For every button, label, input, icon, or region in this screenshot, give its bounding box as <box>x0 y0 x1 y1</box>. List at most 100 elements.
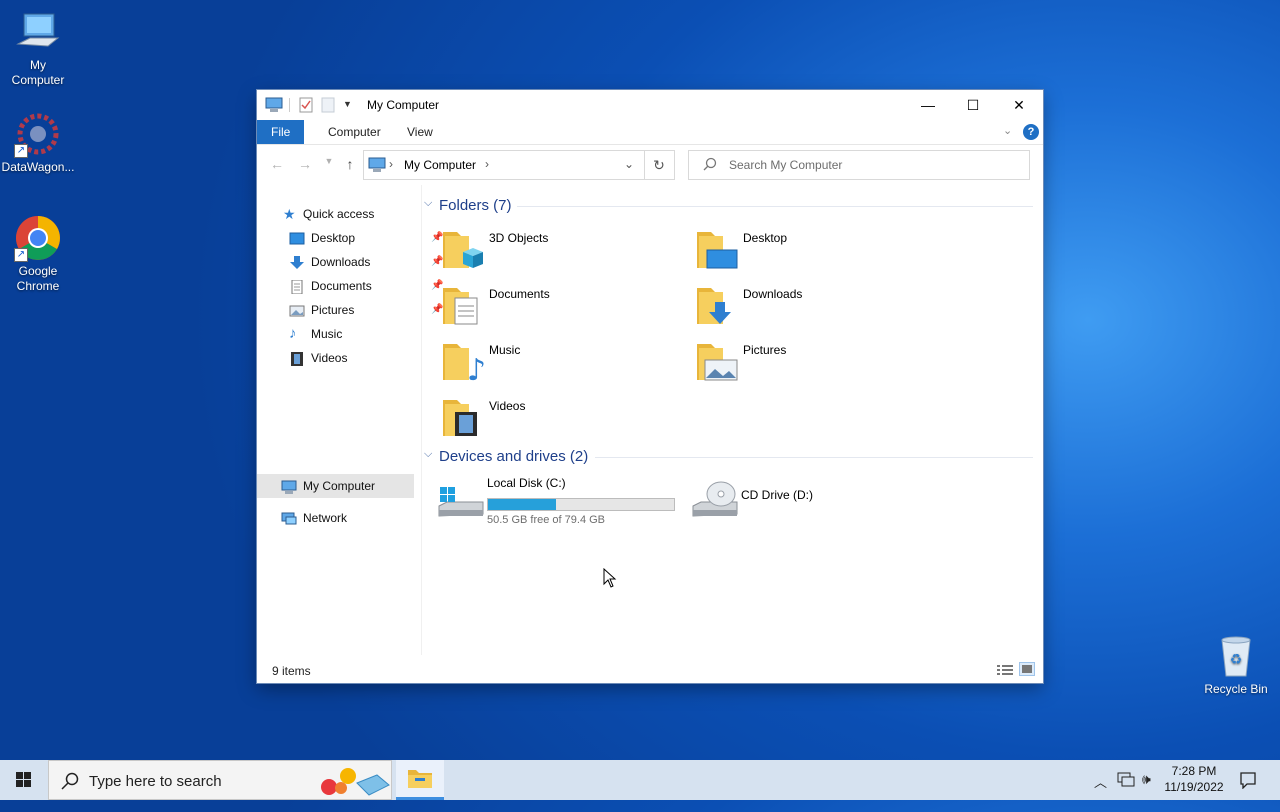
back-button[interactable]: ← <box>267 156 287 174</box>
notifications-icon[interactable] <box>1239 771 1257 811</box>
folder-label: Videos <box>489 399 526 413</box>
desktop-icon-recycle-bin[interactable]: ♻ Recycle Bin <box>1198 632 1274 697</box>
disk-usage-bar <box>487 498 675 511</box>
folder-3d-objects-icon <box>439 226 487 274</box>
folder-documents-icon <box>439 282 487 330</box>
nav-item-documents[interactable]: Documents 📌 <box>289 275 443 297</box>
breadcrumb-chevron-icon[interactable]: › <box>485 157 489 171</box>
mouse-cursor-icon <box>603 567 617 591</box>
nav-label: Quick access <box>303 207 375 221</box>
search-input[interactable]: Search My Computer <box>688 150 1030 180</box>
taskbar-file-explorer[interactable] <box>396 760 444 800</box>
cd-drive-icon <box>691 476 739 524</box>
close-button[interactable]: ✕ <box>996 90 1042 120</box>
maximize-button[interactable]: ☐ <box>950 90 996 120</box>
folder-label: Desktop <box>743 231 788 245</box>
taskbar: Type here to search ︿ 🕪 7:28 PM 11/19/20… <box>0 760 1280 800</box>
group-title: Folders (7) <box>439 197 512 214</box>
tab-view[interactable]: View <box>393 120 447 144</box>
breadcrumb-chevron-icon[interactable]: › <box>389 157 393 171</box>
taskbar-clock[interactable]: 7:28 PM 11/19/2022 <box>1158 763 1230 795</box>
folder-item[interactable]: Pictures <box>693 338 933 390</box>
folder-item[interactable]: Desktop <box>693 226 933 278</box>
volume-tray-icon[interactable]: 🕪 <box>1142 771 1151 811</box>
nav-my-computer[interactable]: My Computer <box>281 475 411 497</box>
clock-time: 7:28 PM <box>1171 764 1217 778</box>
nav-item-pictures[interactable]: Pictures 📌 <box>289 299 443 321</box>
help-icon[interactable]: ? <box>1023 124 1039 140</box>
details-view-icon[interactable] <box>997 664 1013 679</box>
desktop-icon-my-computer[interactable]: My Computer <box>0 8 76 88</box>
desktop-icon-label: Google <box>18 264 58 278</box>
star-icon: ★ <box>283 206 296 222</box>
navigation-pane: ★ Quick access Desktop 📌 Downloads 📌 Doc… <box>257 185 443 655</box>
folder-item[interactable]: Documents <box>439 282 679 334</box>
folder-item[interactable]: 3D Objects <box>439 226 679 278</box>
qat-dropdown-icon[interactable]: ▼ <box>343 99 352 109</box>
recycle-bin-icon: ♻ <box>1212 632 1260 680</box>
file-explorer-icon <box>408 770 432 788</box>
taskbar-search-placeholder: Type here to search <box>89 773 222 790</box>
qat-properties-icon[interactable] <box>299 97 313 116</box>
search-highlight-illustration-icon <box>317 765 391 800</box>
desktop-icon-label: Chrome <box>16 279 60 293</box>
nav-quick-access[interactable]: ★ Quick access <box>283 203 413 225</box>
up-button[interactable]: ↑ <box>340 156 360 174</box>
windows-drive-icon <box>437 476 485 524</box>
nav-item-desktop[interactable]: Desktop 📌 <box>289 227 443 249</box>
minimize-button[interactable]: — <box>905 90 951 120</box>
large-icons-view-icon[interactable] <box>1019 662 1035 676</box>
qat-new-folder-icon[interactable] <box>321 97 335 116</box>
address-bar[interactable]: › My Computer › ⌄ <box>363 150 645 180</box>
address-computer-icon <box>368 157 386 176</box>
desktop-icon-datawagon[interactable]: ↗ DataWagon... <box>0 110 76 175</box>
drive-item[interactable]: CD Drive (D:) <box>691 476 931 528</box>
desktop-icon-label: Recycle Bin <box>1204 682 1268 696</box>
taskbar-search-input[interactable]: Type here to search <box>48 760 392 800</box>
start-button[interactable] <box>0 760 48 800</box>
picture-icon <box>289 303 305 317</box>
nav-item-videos[interactable]: Videos <box>289 347 419 369</box>
tab-computer[interactable]: Computer <box>314 120 395 144</box>
recent-locations-icon[interactable]: ▼ <box>319 156 339 174</box>
refresh-button[interactable]: ↻ <box>644 150 675 180</box>
drive-free-space: 50.5 GB free of 79.4 GB <box>487 514 606 526</box>
film-icon <box>289 351 305 366</box>
search-placeholder: Search My Computer <box>729 158 843 172</box>
folder-desktop-icon <box>693 226 741 274</box>
svg-text:♻: ♻ <box>1230 652 1243 668</box>
breadcrumb[interactable]: My Computer <box>404 158 476 172</box>
desktop-icon-google-chrome[interactable]: ↗ Google Chrome <box>0 214 76 294</box>
shortcut-arrow-icon: ↗ <box>14 248 28 262</box>
group-divider <box>517 206 1033 207</box>
network-tray-icon[interactable] <box>1117 772 1135 812</box>
nav-item-music[interactable]: ♪ Music <box>289 323 419 345</box>
status-item-count: 9 items <box>272 664 311 678</box>
pane-divider[interactable] <box>421 185 422 655</box>
explorer-window: ▼ My Computer — ☐ ✕ File Computer View ⌄… <box>257 90 1043 683</box>
folder-label: Downloads <box>743 287 803 301</box>
show-hidden-icons-button[interactable]: ︿ <box>1094 772 1107 812</box>
drive-label: CD Drive (D:) <box>741 488 813 502</box>
ribbon-expand-icon[interactable]: ⌄ <box>1003 124 1012 137</box>
address-dropdown-icon[interactable]: ⌄ <box>624 157 634 171</box>
disk-usage-fill <box>488 499 556 510</box>
folder-downloads-icon <box>693 282 741 330</box>
folder-videos-icon <box>439 394 487 442</box>
folder-item[interactable]: ♪ Music <box>439 338 679 390</box>
tab-file[interactable]: File <box>257 120 305 144</box>
folder-item[interactable]: Downloads <box>693 282 933 334</box>
nav-label: Desktop <box>311 231 356 245</box>
drive-item[interactable]: Local Disk (C:) 50.5 GB free of 79.4 GB <box>437 476 677 528</box>
forward-button[interactable]: → <box>295 156 315 174</box>
folder-label: 3D Objects <box>489 231 549 245</box>
svg-text:♪: ♪ <box>467 353 486 386</box>
title-bar[interactable]: ▼ My Computer — ☐ ✕ <box>257 90 1043 120</box>
folder-item[interactable]: Videos <box>439 394 679 446</box>
desktop-icon <box>289 231 305 245</box>
nav-item-downloads[interactable]: Downloads 📌 <box>289 251 443 273</box>
document-icon <box>289 279 305 295</box>
chevron-down-icon: ⌵ <box>424 448 433 460</box>
folder-label: Documents <box>489 287 550 301</box>
nav-network[interactable]: Network <box>281 507 411 529</box>
